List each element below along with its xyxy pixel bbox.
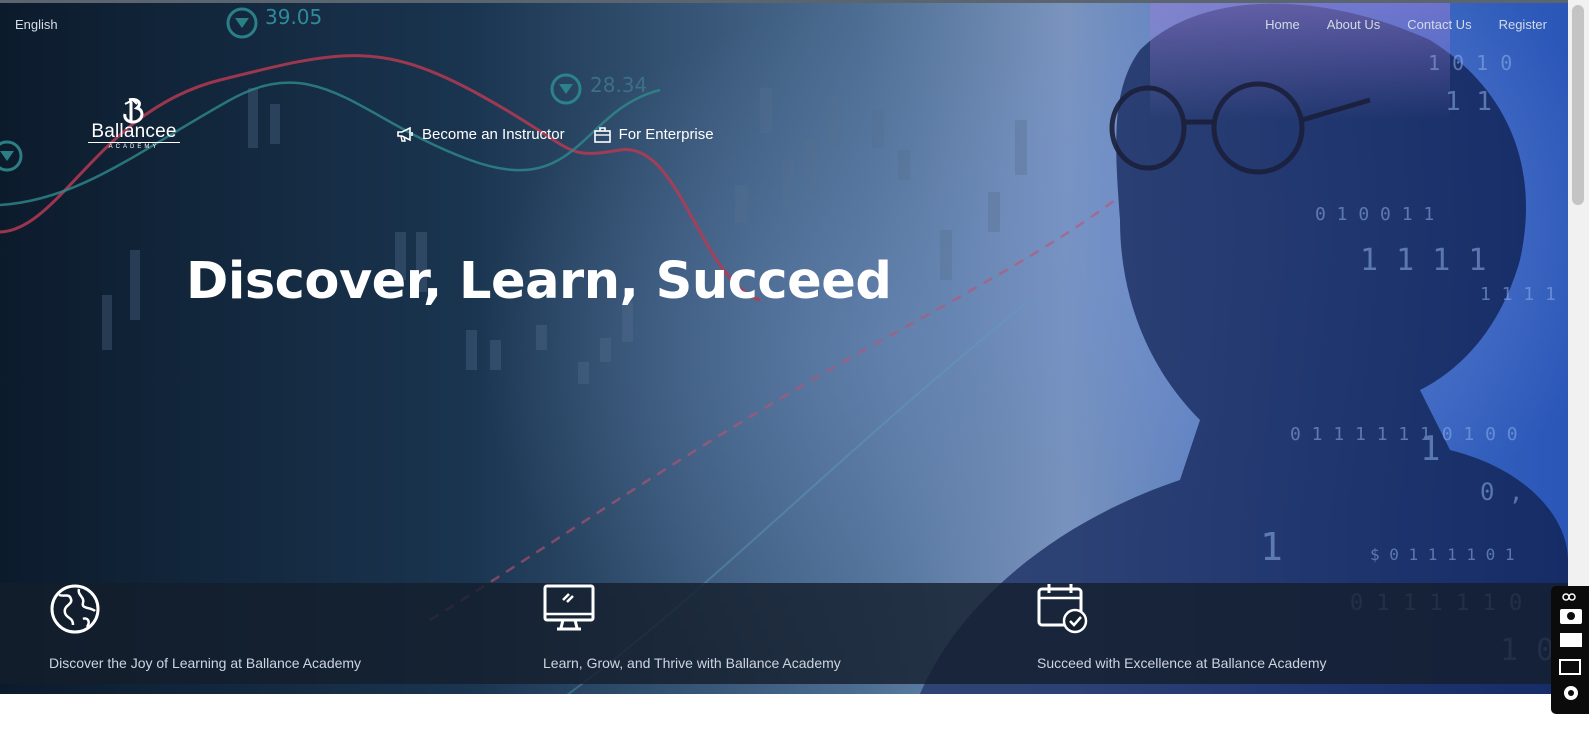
become-instructor-label: Become an Instructor — [422, 126, 565, 143]
for-enterprise-link[interactable]: For Enterprise — [593, 126, 714, 143]
briefcase-icon — [593, 126, 611, 143]
logo-name: Ballancee — [91, 121, 177, 142]
svg-text:1: 1 — [1260, 525, 1283, 569]
secondary-navigation: Become an Instructor For Enterprise — [397, 126, 714, 143]
logo-subtitle: ACADEMY — [88, 142, 180, 150]
camera-icon[interactable] — [1555, 604, 1585, 626]
feature-text-discover: Discover the Joy of Learning at Ballance… — [49, 655, 362, 671]
language-selector[interactable]: English — [15, 17, 58, 32]
window-icon[interactable] — [1555, 630, 1585, 652]
globe-icon — [50, 584, 100, 634]
svg-text:1 1 1 1: 1 1 1 1 — [1360, 243, 1486, 278]
svg-text:0 1 1 1 1 1 1 0 1 0 0: 0 1 1 1 1 1 1 0 1 0 0 — [1290, 424, 1518, 445]
feature-text-learn: Learn, Grow, and Thrive with Ballance Ac… — [543, 655, 841, 671]
ballancee-logo[interactable]: Ballancee ACADEMY — [86, 98, 182, 164]
scrollbar-thumb[interactable] — [1572, 5, 1584, 205]
bg-price-label-1: 39.05 — [265, 5, 322, 29]
copy-window-icon[interactable] — [1555, 656, 1585, 678]
floating-tool-panel — [1551, 586, 1589, 714]
calendar-check-icon — [1037, 584, 1088, 634]
svg-text:1: 1 — [1420, 429, 1440, 469]
svg-text:1 1 1 1: 1 1 1 1 — [1480, 284, 1556, 305]
svg-text:1 0 1 0: 1 0 1 0 — [1428, 51, 1512, 75]
for-enterprise-label: For Enterprise — [618, 126, 714, 143]
hero-headline: Discover, Learn, Succeed — [186, 252, 892, 311]
features-strip: Discover the Joy of Learning at Ballance… — [0, 583, 1568, 684]
svg-text:0 ,: 0 , — [1480, 478, 1523, 506]
bg-price-label-2: 28.34 — [590, 73, 647, 97]
svg-text:1 1: 1 1 — [1445, 87, 1492, 117]
svg-text:0 1 0 0 1 1: 0 1 0 0 1 1 — [1315, 204, 1434, 225]
monitor-icon — [543, 584, 595, 631]
nav-contact-us[interactable]: Contact Us — [1407, 17, 1471, 32]
top-border — [0, 0, 1568, 3]
gear-icon[interactable] — [1555, 682, 1585, 704]
nav-home[interactable]: Home — [1265, 17, 1300, 32]
nav-about-us[interactable]: About Us — [1327, 17, 1380, 32]
hero-section: 39.05 28.34 1 0 1 0 1 1 0 1 0 0 1 1 1 1 … — [0, 0, 1568, 694]
svg-text:$ 0 1 1 1 1 0 1: $ 0 1 1 1 1 0 1 — [1370, 545, 1515, 564]
become-instructor-link[interactable]: Become an Instructor — [397, 126, 565, 143]
megaphone-icon — [397, 127, 413, 142]
nav-register[interactable]: Register — [1499, 17, 1547, 32]
top-navigation: Home About Us Contact Us Register — [1265, 17, 1547, 32]
feature-text-succeed: Succeed with Excellence at Ballance Acad… — [1037, 655, 1327, 671]
